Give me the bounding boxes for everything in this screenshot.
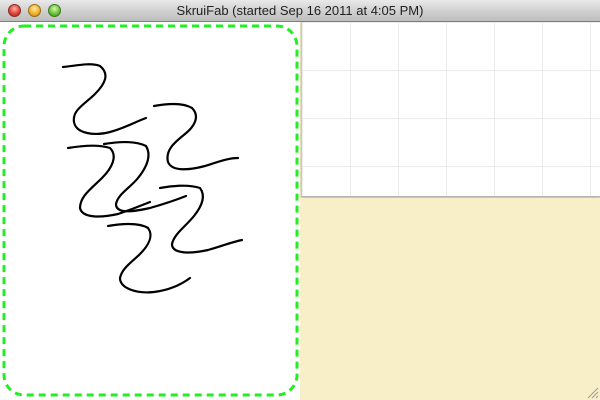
app-window: SkruiFab (started Sep 16 2011 at 4:05 PM…: [0, 0, 600, 400]
selection-outline: [2, 24, 299, 397]
ink-stroke[interactable]: [102, 140, 188, 213]
resize-grip-icon[interactable]: [587, 387, 599, 399]
window-title: SkruiFab (started Sep 16 2011 at 4:05 PM…: [176, 3, 424, 18]
drawing-surface[interactable]: [0, 22, 300, 400]
ink-stroke[interactable]: [61, 63, 148, 135]
grid-view[interactable]: [301, 22, 600, 197]
tray-area[interactable]: [301, 198, 600, 400]
ink-stroke[interactable]: [66, 144, 152, 218]
drawing-canvas[interactable]: [0, 22, 300, 400]
ink-stroke[interactable]: [158, 184, 244, 254]
ink-stroke[interactable]: [152, 102, 240, 171]
title-bar[interactable]: SkruiFab (started Sep 16 2011 at 4:05 PM…: [0, 0, 600, 22]
